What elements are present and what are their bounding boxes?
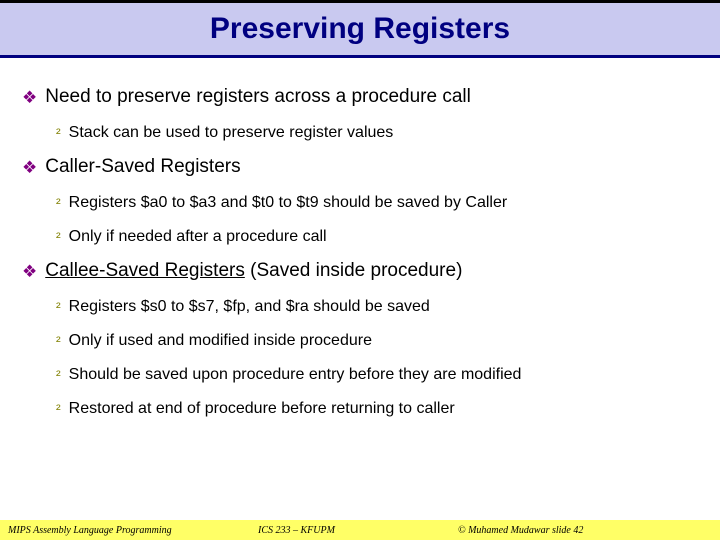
bullet-level1: ❖ Need to preserve registers across a pr… xyxy=(22,86,698,108)
bullet-level2: ² Stack can be used to preserve register… xyxy=(56,124,698,142)
sub-bullet-icon: ² xyxy=(56,229,61,245)
bullet-text: Only if needed after a procedure call xyxy=(69,228,327,246)
sub-bullet-icon: ² xyxy=(56,299,61,315)
bullet-level2: ² Only if used and modified inside proce… xyxy=(56,332,698,350)
bullet-level2: ² Restored at end of procedure before re… xyxy=(56,400,698,418)
title-bar: Preserving Registers xyxy=(0,0,720,58)
slide-content: ❖ Need to preserve registers across a pr… xyxy=(0,58,720,418)
footer-left: MIPS Assembly Language Programming xyxy=(8,525,258,536)
footer-right: © Muhamed Mudawar slide 42 xyxy=(458,525,712,536)
bullet-text: Registers $s0 to $s7, $fp, and $ra shoul… xyxy=(69,298,430,316)
slide-title: Preserving Registers xyxy=(210,12,510,46)
bullet-text: Should be saved upon procedure entry bef… xyxy=(69,366,522,384)
bullet-text: Only if used and modified inside procedu… xyxy=(69,332,372,350)
bullet-text: Callee-Saved Registers (Saved inside pro… xyxy=(45,260,462,282)
slide-footer: MIPS Assembly Language Programming ICS 2… xyxy=(0,520,720,540)
bullet-level2: ² Registers $a0 to $a3 and $t0 to $t9 sh… xyxy=(56,194,698,212)
sub-bullet-icon: ² xyxy=(56,333,61,349)
diamond-bullet-icon: ❖ xyxy=(22,158,37,178)
bullet-level2: ² Registers $s0 to $s7, $fp, and $ra sho… xyxy=(56,298,698,316)
bullet-level2: ² Should be saved upon procedure entry b… xyxy=(56,366,698,384)
diamond-bullet-icon: ❖ xyxy=(22,88,37,108)
bullet-text: Need to preserve registers across a proc… xyxy=(45,86,471,108)
bullet-text-underline: Callee-Saved Registers xyxy=(45,260,245,281)
sub-bullet-icon: ² xyxy=(56,401,61,417)
bullet-text: Caller-Saved Registers xyxy=(45,156,240,178)
bullet-level2: ² Only if needed after a procedure call xyxy=(56,228,698,246)
sub-bullet-icon: ² xyxy=(56,195,61,211)
bullet-level1: ❖ Caller-Saved Registers xyxy=(22,156,698,178)
sub-bullet-icon: ² xyxy=(56,125,61,141)
diamond-bullet-icon: ❖ xyxy=(22,262,37,282)
bullet-text-plain: (Saved inside procedure) xyxy=(245,260,463,281)
footer-mid: ICS 233 – KFUPM xyxy=(258,525,458,536)
sub-bullet-icon: ² xyxy=(56,367,61,383)
bullet-level1: ❖ Callee-Saved Registers (Saved inside p… xyxy=(22,260,698,282)
bullet-text: Registers $a0 to $a3 and $t0 to $t9 shou… xyxy=(69,194,508,212)
bullet-text: Restored at end of procedure before retu… xyxy=(69,400,455,418)
bullet-text: Stack can be used to preserve register v… xyxy=(69,124,394,142)
